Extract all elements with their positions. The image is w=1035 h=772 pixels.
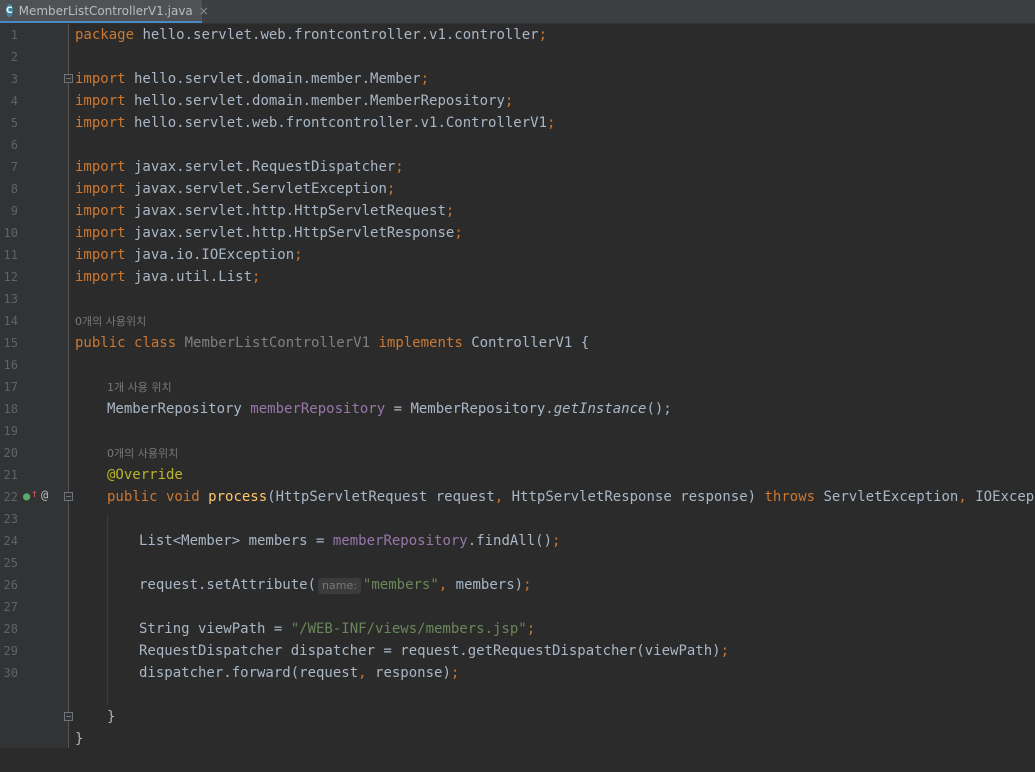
code-line-5: import hello.servlet.web.frontcontroller… — [75, 115, 556, 131]
line-number: 16 — [0, 354, 1035, 376]
line-number: 6 — [0, 134, 1035, 156]
line-number: 19 — [0, 420, 1035, 442]
code-line-26: RequestDispatcher dispatcher = request.g… — [139, 643, 730, 659]
line-number: 2 — [0, 46, 1035, 68]
line-number: 14 — [0, 310, 1035, 332]
usage-hint[interactable]: 1개 사용 위치 — [107, 379, 172, 395]
line-number-label: 20 — [3, 446, 18, 460]
code-line-21: List<Member> members = memberRepository.… — [139, 533, 561, 549]
line-number: 25 — [0, 552, 1035, 574]
usage-hint[interactable]: 0개의 사용위치 — [75, 313, 146, 329]
line-number-label: 14 — [3, 314, 18, 328]
code-line-16: MemberRepository memberRepository = Memb… — [107, 401, 672, 417]
code-line-3: import hello.servlet.domain.member.Membe… — [75, 71, 430, 87]
code-line-8: import javax.servlet.ServletException; — [75, 181, 396, 197]
code-line-14: public class MemberListControllerV1 impl… — [75, 335, 590, 351]
line-number: 13 — [0, 288, 1035, 310]
code-line-27: dispatcher.forward(request, response); — [139, 665, 460, 681]
code-line-29: } — [107, 709, 116, 725]
code-line-11: import java.io.IOException; — [75, 247, 303, 263]
line-number-label: 17 — [3, 380, 18, 394]
code-line-23: request.setAttribute(name: "members", mem… — [139, 577, 532, 594]
code-line-9: import javax.servlet.http.HttpServletReq… — [75, 203, 455, 219]
tab-title: MemberListControllerV1.java — [18, 3, 193, 18]
code-line-18: @Override — [107, 467, 183, 483]
code-line-30: } — [75, 731, 84, 747]
line-number: 23 — [0, 508, 1035, 530]
code-line-10: import javax.servlet.http.HttpServletRes… — [75, 225, 463, 241]
code-line-19: public void process(HttpServletRequest r… — [107, 489, 1035, 505]
close-icon[interactable]: × — [199, 4, 209, 18]
code-line-7: import javax.servlet.RequestDispatcher; — [75, 159, 404, 175]
code-line-25: String viewPath = "/WEB-INF/views/member… — [139, 621, 536, 637]
parameter-hint: name: — [318, 578, 361, 594]
code-line-1: package hello.servlet.web.frontcontrolle… — [75, 27, 548, 43]
line-number: 27 — [0, 596, 1035, 618]
code-line-4: import hello.servlet.domain.member.Membe… — [75, 93, 514, 109]
tab-member-list-controller[interactable]: C MemberListControllerV1.java × — [0, 0, 209, 23]
editor-tab-bar: C MemberListControllerV1.java × — [0, 0, 1035, 24]
java-class-icon: C — [6, 4, 13, 17]
usage-hint[interactable]: 0개의 사용위치 — [107, 445, 178, 461]
code-line-12: import java.util.List; — [75, 269, 261, 285]
